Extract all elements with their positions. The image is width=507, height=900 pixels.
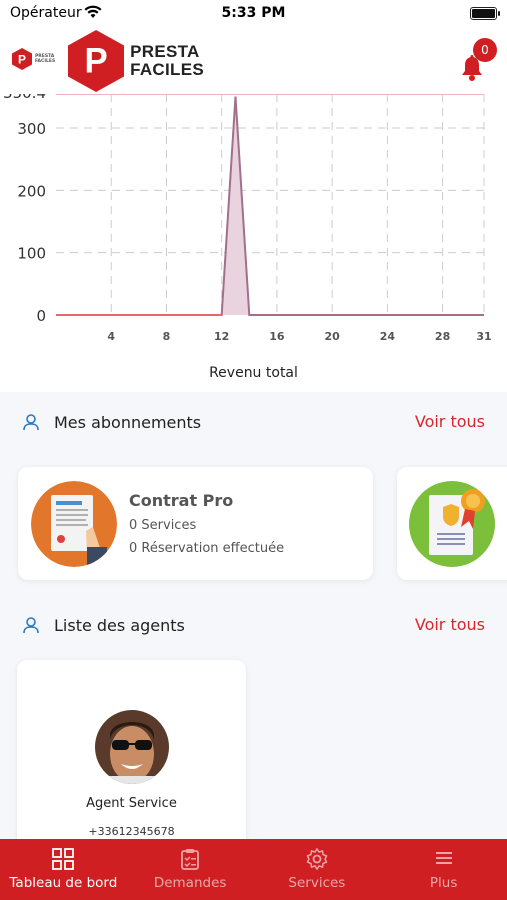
brand-logo-line2: FACILES [130, 60, 204, 79]
clipboard-icon [181, 849, 200, 870]
chart-series-area [56, 96, 484, 315]
chart-series-line [56, 96, 484, 316]
subscription-title: Contrat Pro [129, 491, 234, 510]
nav-item-requests[interactable]: Demandes [127, 839, 254, 900]
agent-phone: +33612345678 [88, 825, 175, 838]
chart-y-tick-label: 300 [17, 120, 46, 138]
chart-y-tick-label-top: 350.4 [3, 94, 46, 102]
nav-item-dashboard[interactable]: Tableau de bord [0, 839, 127, 900]
nav-label-requests: Demandes [153, 875, 227, 891]
chart-x-tick-label: 24 [380, 330, 396, 343]
agent-avatar-image [95, 710, 169, 784]
nav-label-dashboard: Tableau de bord [9, 875, 118, 891]
avatar [95, 710, 169, 784]
agent-name: Agent Service [86, 796, 177, 811]
chart-x-tick-label: 4 [107, 330, 115, 343]
subscription-card[interactable]: Contrat Pro 0 Services 0 Réservation eff… [18, 467, 373, 580]
chart-y-tick-label: 0 [36, 307, 46, 325]
chart-x-tick-label: 31 [476, 330, 491, 343]
certificate-icon [409, 481, 495, 567]
nav-label-services: Services [288, 875, 346, 891]
chart-x-tick-label: 12 [214, 330, 229, 343]
brand-logo: P PRESTA FACILES [68, 28, 204, 94]
status-bar: Opérateur 5:33 PM [0, 0, 507, 28]
dashboard-icon [52, 848, 75, 870]
nav-label-more: Plus [429, 875, 458, 891]
chart-x-tick-label: 8 [163, 330, 171, 343]
subscription-services: 0 Services [129, 518, 197, 533]
menu-icon [435, 852, 452, 864]
small-logo-text: PRESTA FACILES [35, 54, 56, 64]
agent-card[interactable]: Agent Service +33612345678 [17, 660, 246, 860]
svg-text:P: P [18, 53, 26, 67]
subscriptions-title: Mes abonnements [54, 413, 202, 432]
revenue-chart: 0 100 200 300 350.4 4 8 12 16 20 24 28 31 Revenu tot… [0, 94, 507, 392]
chart-y-tick-label: 200 [17, 182, 46, 200]
subscriptions-see-all-link[interactable]: Voir tous [415, 412, 485, 431]
notification-badge: 0 [473, 38, 497, 62]
status-time: 5:33 PM [221, 5, 286, 21]
nav-item-more[interactable]: Plus [380, 839, 507, 900]
agents-title: Liste des agents [54, 616, 185, 635]
brand-logo-hexagon-icon: P [68, 30, 125, 92]
bottom-navigation: Tableau de bord Demandes Services Plus [0, 839, 507, 900]
contract-document-icon [31, 481, 117, 567]
small-logo-hexagon-icon: P [12, 48, 32, 70]
revenue-chart-svg: 0 100 200 300 350.4 4 8 12 16 20 24 28 31 [3, 94, 492, 343]
gear-icon [306, 848, 328, 870]
chart-x-tick-label: 20 [324, 330, 340, 343]
brand-logo-text: PRESTA FACILES [130, 43, 204, 79]
chart-x-tick-label: 28 [435, 330, 450, 343]
nav-item-services[interactable]: Services [254, 839, 381, 900]
contract-thumbnail [31, 481, 117, 567]
svg-text:P: P [84, 42, 107, 81]
agents-section-header: Liste des agents Voir tous [0, 611, 507, 641]
subscription-reservations: 0 Réservation effectuée [129, 541, 285, 556]
user-icon [23, 617, 39, 634]
subscription-card-partial[interactable] [397, 467, 507, 580]
battery-icon [470, 7, 500, 20]
agents-see-all-link[interactable]: Voir tous [415, 615, 485, 634]
user-icon [23, 414, 39, 431]
subscriptions-section-header: Mes abonnements Voir tous [0, 408, 507, 438]
app-header: P PRESTA FACILES P PRESTA FACILES [0, 28, 507, 94]
chart-x-axis-label: Revenu total [209, 365, 298, 381]
small-logo: P PRESTA FACILES [12, 48, 59, 70]
chart-y-tick-label: 100 [17, 245, 46, 263]
chart-x-tick-label: 16 [269, 330, 285, 343]
brand-logo-line1: PRESTA [130, 42, 200, 61]
